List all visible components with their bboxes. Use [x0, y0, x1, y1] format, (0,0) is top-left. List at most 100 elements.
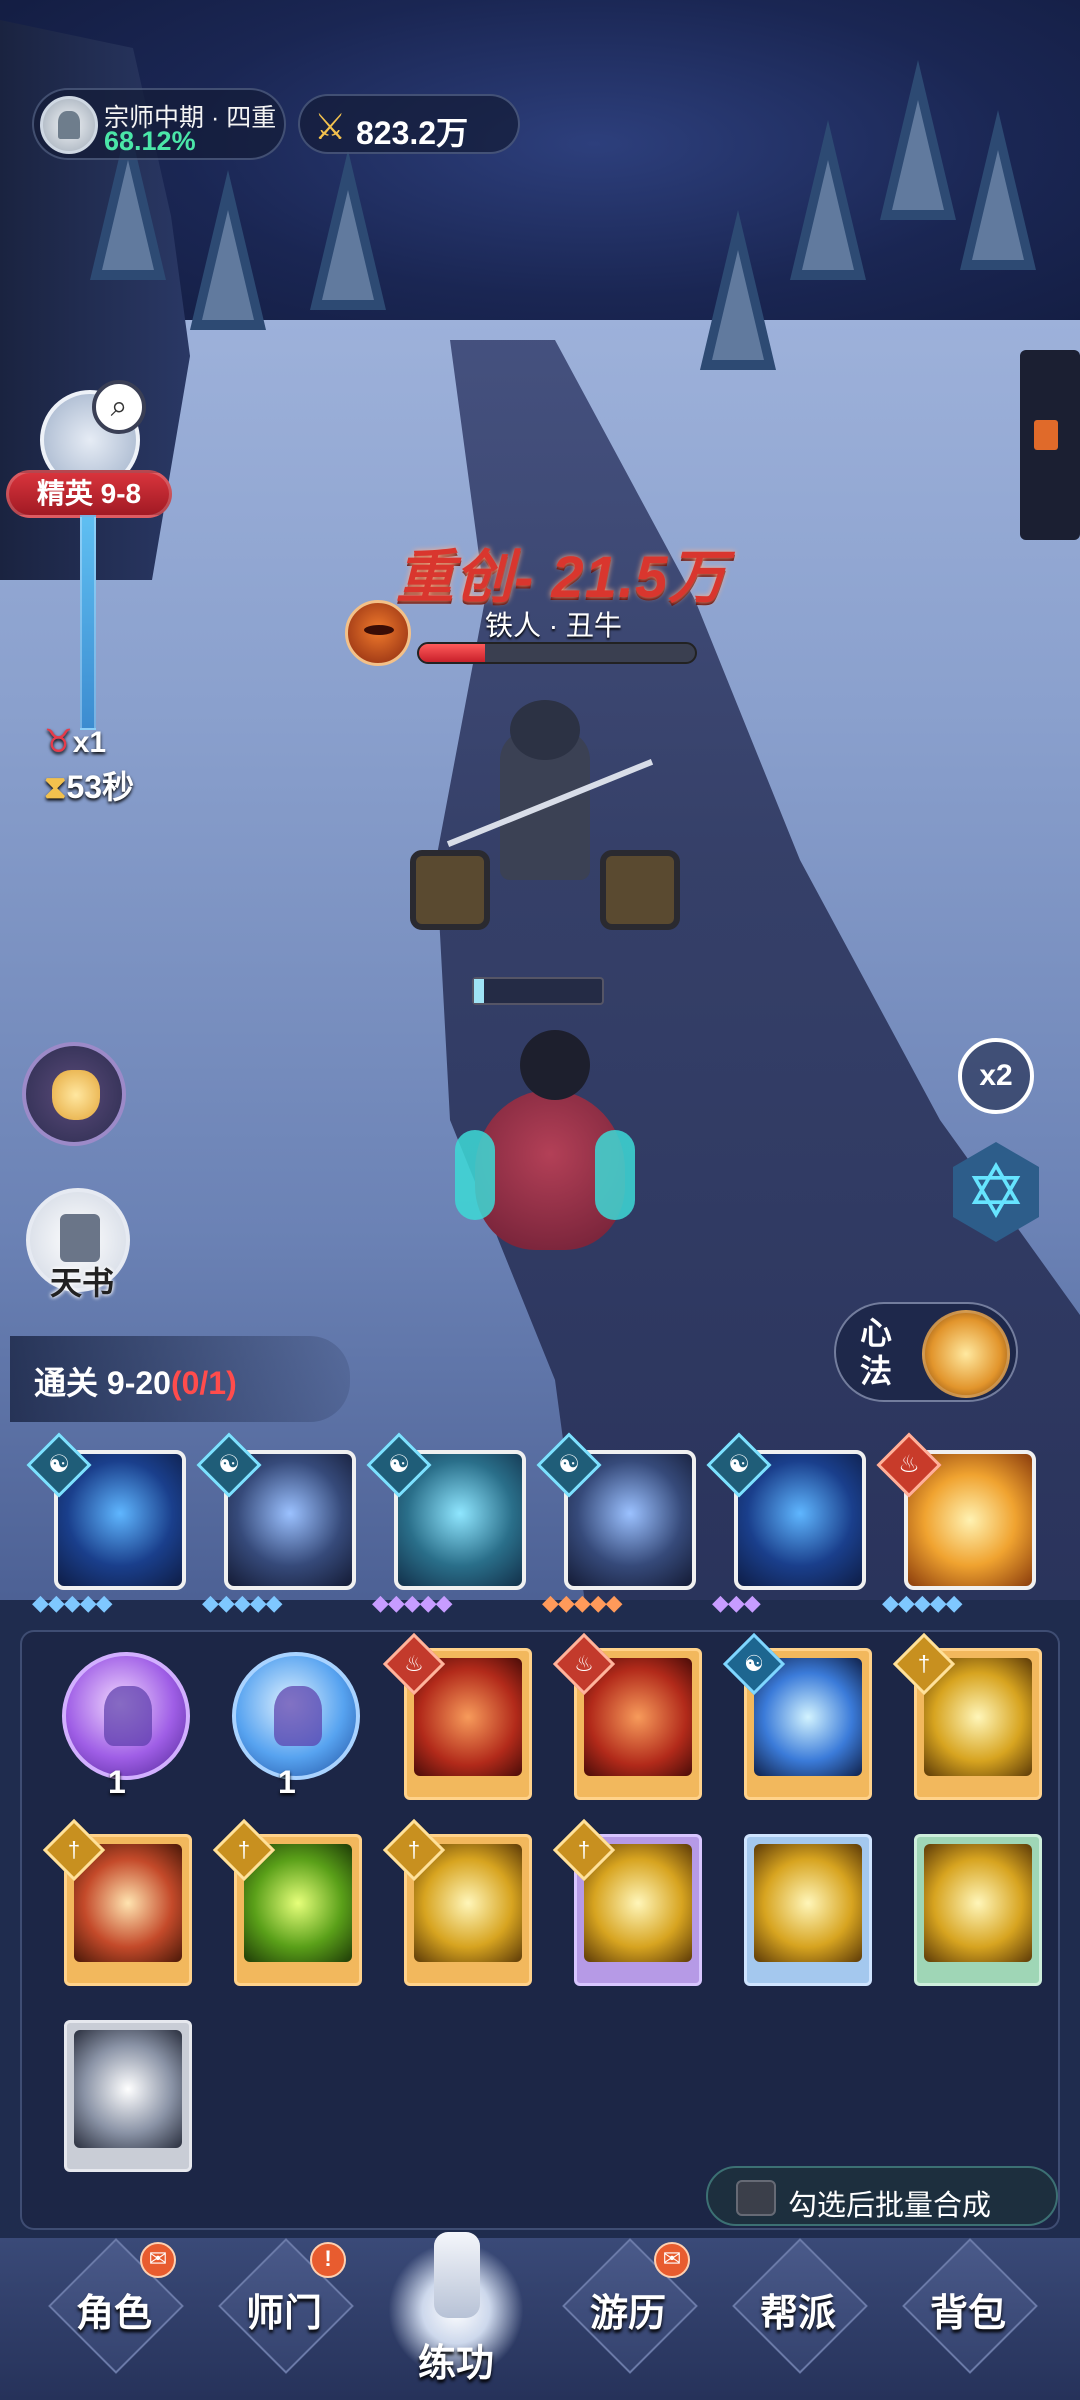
element-glyph: † — [237, 1837, 251, 1862]
skill-art — [754, 1844, 862, 1962]
boss-hp-fill — [419, 644, 486, 662]
hourglass-icon: ⧗ — [44, 769, 67, 805]
skill-slot[interactable]: ☯ ◆◆◆◆◆ — [366, 1432, 530, 1618]
rank-panel[interactable]: 宗师中期 · 四重 68.12% — [32, 88, 286, 160]
skill-book-item[interactable]: † — [382, 1818, 534, 1988]
element-glyph: ☯ — [744, 1651, 764, 1676]
pine-tree — [960, 110, 1036, 270]
meditation-orb-icon — [922, 1310, 1010, 1398]
orb-item[interactable]: 1 — [52, 1642, 194, 1802]
hero-shield — [595, 1130, 635, 1220]
orb-count: 1 — [278, 1764, 296, 1800]
boss-nameplate: 铁人 · 丑牛 — [345, 598, 701, 670]
mind-method-label: 心法 — [860, 1315, 893, 1389]
skill-art — [74, 2030, 182, 2148]
skill-slot[interactable]: ♨ ◆◆◆◆◆ — [876, 1432, 1040, 1618]
batch-merge-toggle[interactable]: 勾选后批量合成 — [706, 2166, 1058, 2226]
magnifier-icon[interactable]: ⌕ — [92, 380, 146, 434]
nav-label: 背包 — [929, 2293, 1006, 2335]
skill-star-rating: ◆◆◆◆◆ — [32, 1590, 113, 1615]
skill-slot[interactable]: ☯ ◆◆◆ — [706, 1432, 870, 1618]
rank-emblem-icon — [40, 96, 98, 154]
skill-slot[interactable]: ☯ ◆◆◆◆◆ — [196, 1432, 360, 1618]
boss-mini-hp-bar — [472, 977, 604, 1005]
pine-tree — [190, 170, 266, 330]
hero-head — [520, 1030, 590, 1100]
skill-inventory-panel: 1 1 ♨ ♨ ☯ † † † † † — [20, 1630, 1060, 2230]
element-glyph: ☯ — [558, 1451, 580, 1478]
pine-tree — [790, 120, 866, 280]
bottom-nav: 角色 ✉ 师门! 练功 游历 ✉ 帮派 背包 — [0, 2232, 1080, 2400]
power-panel[interactable]: ⚔ 823.2万 — [298, 94, 520, 154]
star-formation-button[interactable]: ✡ — [946, 1142, 1046, 1242]
mind-method-button[interactable]: 心法 — [834, 1302, 1018, 1402]
combat-power: 823.2万 — [356, 115, 469, 151]
heavenly-book-label: 天书 — [49, 1265, 114, 1301]
boss-character[interactable] — [400, 700, 690, 960]
nav-label: 游历 — [589, 2293, 666, 2335]
kill-multiplier: ♉x1 — [44, 722, 106, 760]
element-glyph: ☯ — [218, 1451, 240, 1478]
stone-lantern — [1020, 350, 1080, 540]
orb-item[interactable]: 1 — [222, 1642, 364, 1802]
skill-book-item[interactable]: ☯ — [722, 1632, 874, 1802]
pine-tree — [700, 210, 776, 370]
skill-star-rating: ◆◆◆◆◆ — [542, 1590, 623, 1615]
nav-item[interactable]: 师门! — [204, 2238, 364, 2388]
element-glyph: † — [577, 1837, 591, 1862]
skill-book-item[interactable]: † — [212, 1818, 364, 1988]
six-point-star-icon: ✡ — [964, 1150, 1027, 1233]
skill-star-rating: ◆◆◆◆◆ — [372, 1590, 453, 1615]
blue-spirit-orb-icon — [232, 1652, 360, 1780]
pine-tree — [310, 150, 386, 310]
treasure-bag-button[interactable] — [22, 1042, 126, 1146]
orb-count: 1 — [108, 1764, 126, 1800]
element-glyph: ♨ — [898, 1451, 920, 1478]
skill-book-item[interactable]: † — [42, 1818, 194, 1988]
devil-icon: ♉ — [44, 723, 73, 759]
mail-badge-icon: ✉ — [654, 2242, 690, 2278]
nav-item[interactable]: 角色 ✉ — [34, 2238, 194, 2388]
element-glyph: ♨ — [404, 1651, 424, 1676]
nav-label: 帮派 — [759, 2293, 836, 2335]
element-glyph: ☯ — [48, 1451, 70, 1478]
boss-hp-bar — [417, 642, 697, 664]
rank-progress: 68.12% — [104, 126, 196, 156]
stage-timer: ⧗53秒 — [44, 762, 134, 808]
crossed-swords-icon: ⚔ — [314, 106, 347, 147]
timer-value: 53秒 — [66, 769, 135, 805]
skill-star-rating: ◆◆◆◆◆ — [882, 1590, 963, 1615]
element-glyph: ☯ — [388, 1451, 410, 1478]
skill-book-item[interactable]: ♨ — [552, 1632, 704, 1802]
player-character[interactable] — [455, 1010, 635, 1250]
skill-book-item[interactable]: † — [892, 1632, 1044, 1802]
heavenly-book-button[interactable]: 天书 — [26, 1188, 130, 1301]
hero-shield — [455, 1130, 495, 1220]
speed-toggle-button[interactable]: x2 — [958, 1038, 1034, 1114]
skill-book-item[interactable]: † — [552, 1818, 704, 1988]
skill-book-item[interactable]: ♨ — [382, 1632, 534, 1802]
element-glyph: ☯ — [728, 1451, 750, 1478]
nav-label: 师门 — [245, 2293, 322, 2335]
boss-wheel — [600, 850, 680, 930]
batch-merge-label: 勾选后批量合成 — [788, 2190, 992, 2222]
quest-banner[interactable]: 通关 9-20(0/1) — [10, 1336, 350, 1422]
skill-book-item[interactable] — [52, 2014, 194, 2174]
batch-merge-checkbox[interactable] — [736, 2180, 776, 2216]
boss-face-icon — [345, 600, 411, 666]
skill-slot[interactable]: ☯ ◆◆◆◆◆ — [26, 1432, 190, 1618]
element-glyph: † — [917, 1651, 931, 1676]
nav-label: 角色 — [75, 2293, 152, 2335]
alert-badge-icon: ! — [310, 2242, 346, 2278]
stage-progress-bar — [80, 515, 96, 730]
skill-book-item[interactable] — [902, 1828, 1044, 1988]
skill-book-item[interactable] — [732, 1828, 874, 1988]
boss-head — [510, 700, 580, 760]
nav-item[interactable]: 游历 ✉ — [548, 2238, 708, 2388]
skill-star-rating: ◆◆◆ — [712, 1590, 761, 1615]
nav-item[interactable]: 背包 — [888, 2238, 1048, 2388]
skill-slot[interactable]: ☯ ◆◆◆◆◆ — [536, 1432, 700, 1618]
nav-item-training[interactable]: 练功 — [388, 2212, 524, 2398]
nav-item[interactable]: 帮派 — [718, 2238, 878, 2388]
skill-star-rating: ◆◆◆◆◆ — [202, 1590, 283, 1615]
